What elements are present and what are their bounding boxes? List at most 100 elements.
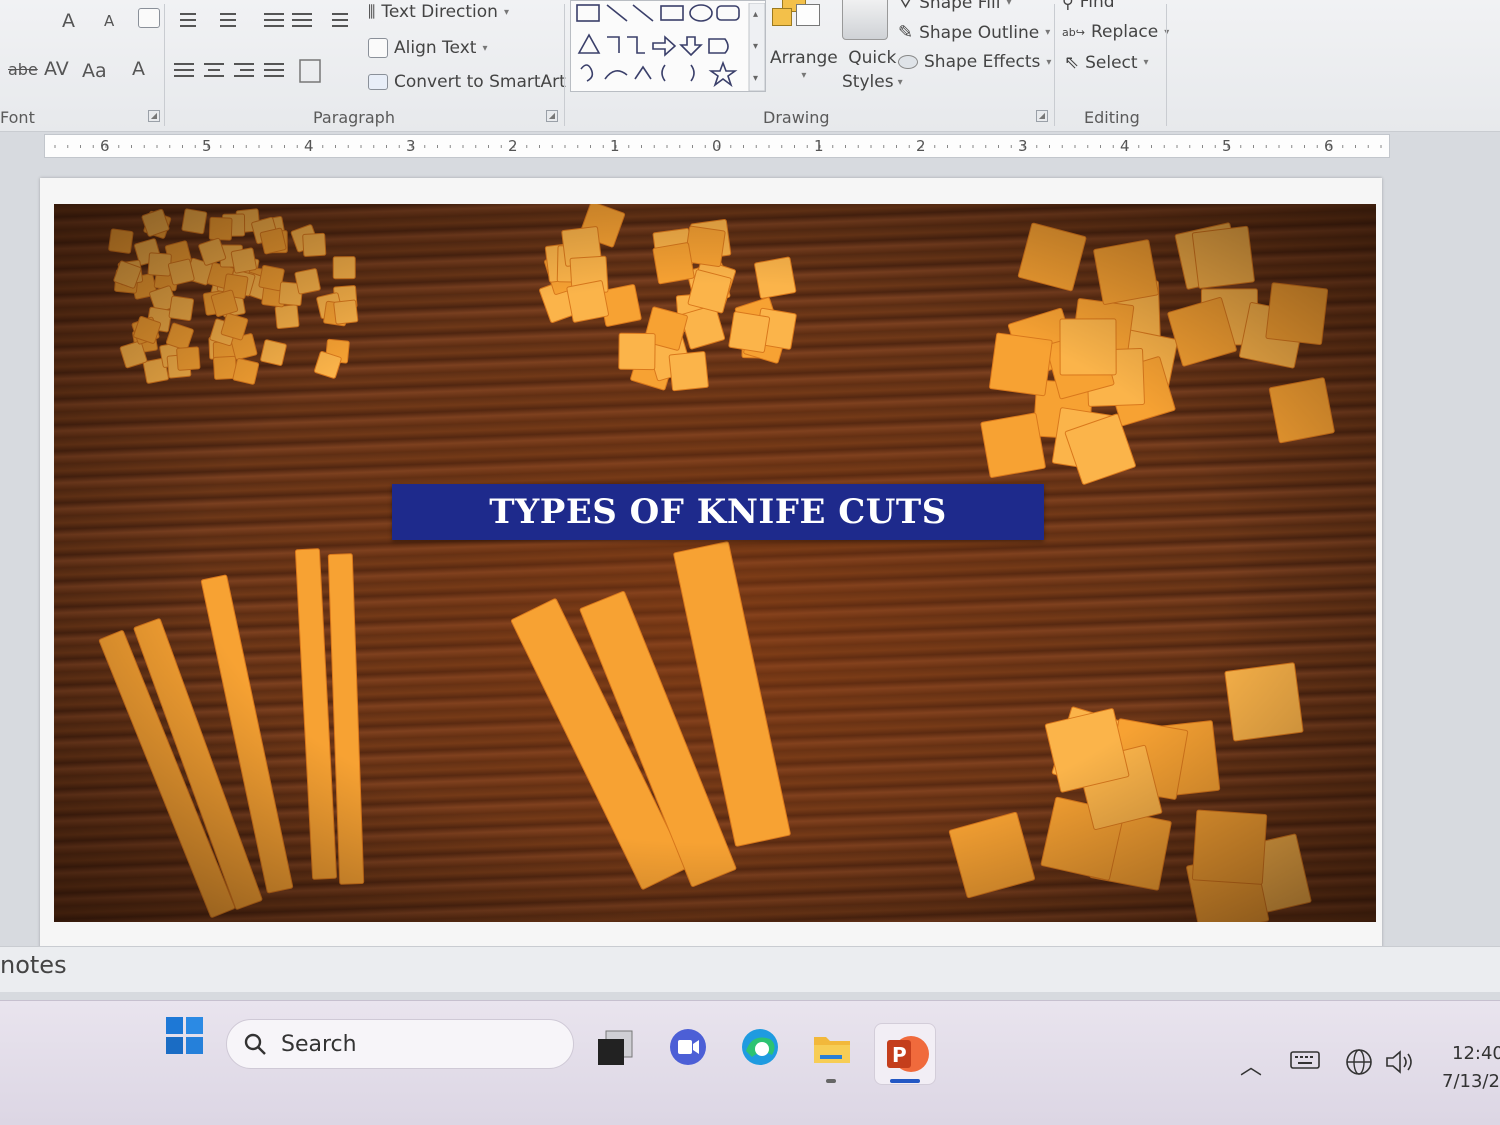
text-direction-label: Text Direction [381, 2, 498, 22]
editing-group-label: Editing [1084, 108, 1140, 127]
svg-text:▴: ▴ [753, 9, 758, 20]
shape-effects-label: Shape Effects [924, 52, 1041, 72]
chevron-down-icon: ▾ [801, 70, 807, 81]
quick-styles-icon [842, 0, 888, 40]
find-label: Find [1079, 0, 1115, 12]
font-group-label: Font [0, 108, 35, 127]
shapes-gallery-icons: ▴ ▾ ▾ [576, 3, 765, 91]
align-text-label: Align Text [394, 38, 477, 58]
powerpoint-icon: P [887, 1036, 929, 1072]
slide-canvas[interactable]: TYPES OF KNIFE CUTS [40, 178, 1382, 950]
font-dialog-launcher-icon[interactable]: ◢ [148, 110, 160, 122]
quick-styles-label: Quick [848, 48, 897, 68]
ruler-label: 4 [304, 137, 314, 155]
arrange-button[interactable]: Arrange ▾ [770, 48, 838, 81]
shape-fill-label: Shape Fill [919, 0, 1001, 13]
change-case-icon[interactable]: Aa [82, 60, 107, 82]
ruler-label: 6 [100, 137, 110, 155]
ribbon: A A abe AV Aa A Font ◢ ⫼ Text Direction … [0, 0, 1500, 132]
chevron-down-icon: ▾ [1143, 57, 1149, 68]
font-color-icon[interactable]: A [132, 58, 145, 80]
meet-chat-icon[interactable] [666, 1025, 710, 1069]
edge-browser-icon[interactable] [738, 1025, 782, 1069]
chevron-down-icon: ▾ [897, 76, 903, 88]
task-view-icon[interactable] [594, 1025, 638, 1069]
taskbar: Search P ︿ 12:40 7/13/2 [0, 1000, 1500, 1125]
notes-label: notes [0, 951, 67, 979]
chevron-up-icon[interactable]: ︿ [1240, 1049, 1262, 1081]
windows-start-icon[interactable] [166, 1017, 204, 1055]
paragraph-controls-icon[interactable] [172, 8, 362, 88]
replace-icon: ab↪ [1062, 25, 1085, 39]
text-direction-button[interactable]: ⫼ Text Direction ▾ [368, 2, 509, 22]
keyboard-icon[interactable] [1290, 1049, 1320, 1071]
ruler-label: 2 [916, 137, 926, 155]
clock-date[interactable]: 7/13/2 [1442, 1071, 1500, 1092]
ruler-label: 1 [610, 137, 620, 155]
horizontal-ruler[interactable]: 6 5 4 3 2 1 0 1 2 3 4 5 6 [44, 134, 1390, 158]
volume-icon[interactable] [1384, 1049, 1416, 1075]
strikethrough-icon[interactable]: abe [8, 60, 38, 79]
network-globe-icon[interactable] [1344, 1047, 1374, 1077]
slide-title[interactable]: TYPES OF KNIFE CUTS [489, 492, 947, 532]
paragraph-dialog-launcher-icon[interactable]: ◢ [546, 110, 558, 122]
ruler-label: 2 [508, 137, 518, 155]
photo-vignette [54, 204, 1376, 922]
ribbon-separator [1054, 4, 1055, 126]
align-text-button[interactable]: Align Text ▾ [368, 38, 487, 58]
chevron-down-icon: ▾ [1045, 27, 1051, 38]
smartart-icon [368, 74, 388, 90]
shape-effects-button[interactable]: Shape Effects ▾ [898, 52, 1051, 72]
ruler-label: 4 [1120, 137, 1130, 155]
replace-button[interactable]: ab↪ Replace ▾ [1062, 22, 1169, 42]
align-text-icon [368, 38, 388, 58]
notes-pane[interactable]: notes [0, 946, 1500, 992]
replace-label: Replace [1090, 22, 1159, 42]
clear-formatting-icon[interactable] [138, 8, 160, 28]
svg-text:▾: ▾ [753, 73, 758, 84]
paint-bucket-icon: ⛛ [898, 0, 914, 13]
taskbar-search-box[interactable]: Search [226, 1019, 574, 1069]
shape-outline-label: Shape Outline [919, 22, 1040, 43]
cursor-arrow-icon: ⇖ [1064, 52, 1080, 73]
drawing-dialog-launcher-icon[interactable]: ◢ [1036, 110, 1048, 122]
drawing-group-label: Drawing [763, 108, 830, 127]
select-label: Select [1085, 52, 1138, 73]
svg-text:▾: ▾ [753, 41, 758, 52]
ribbon-separator [164, 4, 165, 126]
ribbon-separator [564, 4, 565, 126]
character-spacing-icon[interactable]: AV [44, 58, 69, 80]
search-icon [244, 1033, 266, 1055]
pencil-icon: ✎ [898, 22, 914, 43]
quick-styles-button[interactable]: Quick Styles ▾ [842, 48, 903, 92]
slide-background-photo: TYPES OF KNIFE CUTS [54, 204, 1376, 922]
convert-smartart-button[interactable]: Convert to SmartArt ▾ [368, 72, 577, 92]
shape-outline-button[interactable]: ✎ Shape Outline ▾ [898, 22, 1050, 43]
shapes-gallery[interactable]: ▴ ▾ ▾ [570, 0, 766, 92]
svg-text:P: P [892, 1043, 907, 1067]
arrange-label: Arrange [770, 48, 838, 68]
ruler-label: 6 [1324, 137, 1334, 155]
ruler-label: 3 [406, 137, 416, 155]
ribbon-separator [1166, 4, 1167, 126]
slide-title-box[interactable]: TYPES OF KNIFE CUTS [392, 484, 1044, 540]
powerpoint-taskbar-button[interactable]: P [874, 1023, 936, 1085]
ruler-label: 0 [712, 137, 722, 155]
text-direction-icon: ⫼ [368, 2, 376, 21]
paragraph-group-label: Paragraph [313, 108, 395, 127]
select-button[interactable]: ⇖ Select ▾ [1064, 52, 1149, 73]
search-placeholder: Search [281, 1031, 357, 1057]
grow-font-icon[interactable]: A [62, 10, 75, 32]
clock-time[interactable]: 12:40 [1452, 1043, 1500, 1064]
arrange-icon [772, 0, 828, 38]
shape-fill-button[interactable]: ⛛ Shape Fill ▾ [898, 0, 1012, 13]
ruler-label: 5 [202, 137, 212, 155]
file-explorer-icon[interactable] [810, 1025, 854, 1069]
shrink-font-icon[interactable]: A [104, 12, 114, 30]
find-button[interactable]: ⚲ Find [1062, 0, 1115, 12]
chevron-down-icon: ▾ [1046, 56, 1052, 68]
active-app-indicator [890, 1079, 920, 1083]
chevron-down-icon: ▾ [482, 42, 488, 54]
chevron-down-icon: ▾ [1006, 0, 1012, 8]
chevron-down-icon: ▾ [503, 6, 509, 18]
